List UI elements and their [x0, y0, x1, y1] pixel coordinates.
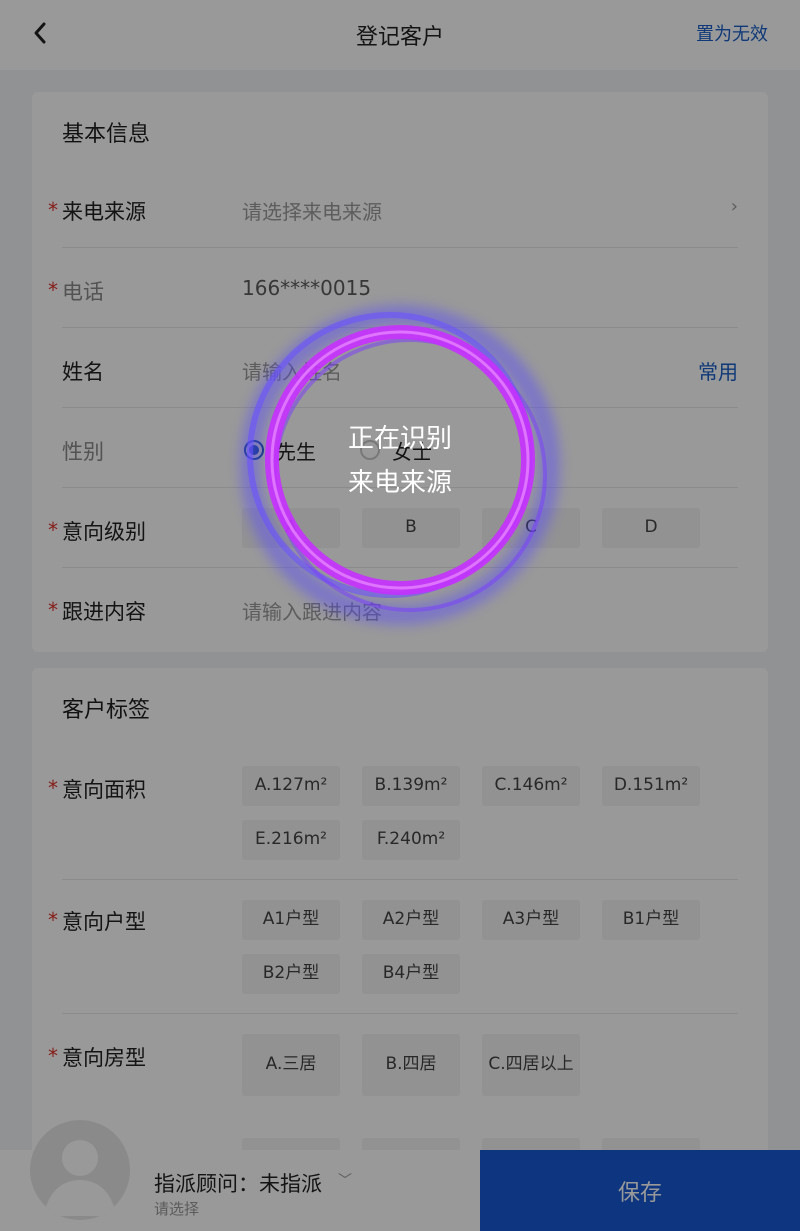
recognition-text-line1: 正在识别 — [347, 424, 452, 454]
recognition-text-line2: 来电来源 — [347, 468, 452, 498]
recognition-indicator: 正在识别 来电来源 — [220, 290, 580, 650]
